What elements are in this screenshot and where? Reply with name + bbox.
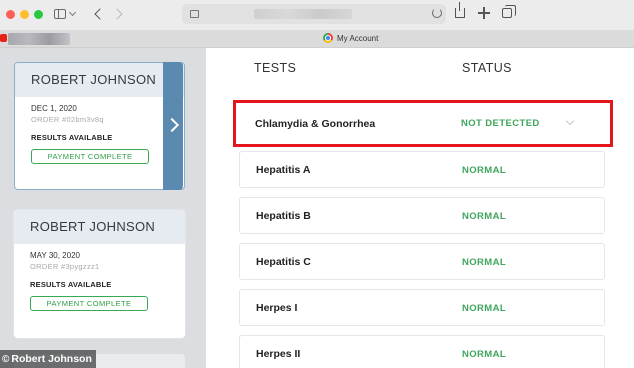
results-status: RESULTS AVAILABLE bbox=[30, 280, 112, 289]
order-date: DEC 1, 2020 bbox=[31, 104, 77, 113]
order-card-body: DEC 1, 2020 ORDER #02bm3v8q RESULTS AVAI… bbox=[15, 97, 184, 164]
order-card-header: ROBERT JOHNSON bbox=[14, 210, 185, 244]
tab-strip: My Account bbox=[0, 30, 634, 48]
order-date: MAY 30, 2020 bbox=[30, 251, 80, 260]
order-number: ORDER #3pygzzz1 bbox=[30, 262, 100, 271]
address-bar[interactable] bbox=[182, 4, 446, 24]
chrome-favicon-icon bbox=[323, 33, 333, 43]
test-name: Hepatitis C bbox=[256, 256, 311, 268]
forward-arrow-icon[interactable] bbox=[111, 8, 123, 20]
reload-icon[interactable] bbox=[432, 8, 442, 18]
test-status: NORMAL bbox=[462, 257, 507, 268]
zoom-window-button[interactable] bbox=[34, 10, 43, 19]
orders-panel: ROBERT JOHNSON DEC 1, 2020 ORDER #02bm3v… bbox=[0, 48, 206, 368]
order-card[interactable]: ROBERT JOHNSON MAY 30, 2020 ORDER #3pygz… bbox=[14, 210, 185, 338]
credit-text: Robert Johnson bbox=[11, 353, 92, 365]
order-card-header: ROBERT JOHNSON bbox=[15, 63, 184, 97]
payment-complete-badge[interactable]: PAYMENT COMPLETE bbox=[31, 149, 149, 164]
tab-overview-icon[interactable] bbox=[502, 5, 516, 18]
tests-column-header: TESTS bbox=[254, 61, 297, 75]
test-status: NORMAL bbox=[462, 349, 507, 360]
test-name: Herpes I bbox=[256, 302, 298, 314]
test-row[interactable]: Chlamydia & Gonorrhea NOT DETECTED bbox=[245, 106, 605, 142]
order-card-selected[interactable]: ROBERT JOHNSON DEC 1, 2020 ORDER #02bm3v… bbox=[14, 62, 185, 190]
test-status: NORMAL bbox=[462, 303, 507, 314]
patient-name: ROBERT JOHNSON bbox=[30, 219, 156, 234]
chevron-down-icon[interactable] bbox=[68, 8, 77, 17]
sidebar-toggle-icon[interactable] bbox=[54, 9, 66, 19]
order-card-body: MAY 30, 2020 ORDER #3pygzzz1 RESULTS AVA… bbox=[14, 244, 185, 311]
test-row[interactable]: Herpes II NORMAL bbox=[239, 335, 605, 368]
payment-complete-badge[interactable]: PAYMENT COMPLETE bbox=[30, 296, 148, 311]
url-blurred bbox=[254, 9, 352, 19]
test-row[interactable]: Hepatitis A NORMAL bbox=[239, 151, 605, 188]
reader-icon[interactable] bbox=[190, 10, 199, 18]
test-name: Chlamydia & Gonorrhea bbox=[255, 118, 376, 130]
test-status: NORMAL bbox=[462, 211, 507, 222]
photo-credit: © Robert Johnson bbox=[0, 350, 96, 368]
test-name: Hepatitis A bbox=[256, 164, 311, 176]
share-icon[interactable] bbox=[455, 2, 465, 18]
blurred-tab[interactable] bbox=[8, 33, 70, 45]
results-panel: TESTS STATUS Chlamydia & Gonorrhea NOT D… bbox=[206, 48, 634, 368]
test-status: NORMAL bbox=[462, 165, 507, 176]
test-name: Herpes II bbox=[256, 348, 301, 360]
test-row[interactable]: Hepatitis B NORMAL bbox=[239, 197, 605, 234]
chevron-right-icon[interactable] bbox=[163, 62, 183, 190]
test-status: NOT DETECTED bbox=[461, 118, 540, 129]
new-tab-icon[interactable] bbox=[478, 7, 490, 19]
minimize-window-button[interactable] bbox=[20, 10, 29, 19]
youtube-favicon-icon[interactable] bbox=[0, 34, 7, 42]
patient-name: ROBERT JOHNSON bbox=[31, 72, 157, 87]
test-row[interactable]: Hepatitis C NORMAL bbox=[239, 243, 605, 280]
back-arrow-icon[interactable] bbox=[94, 8, 106, 20]
order-number: ORDER #02bm3v8q bbox=[31, 115, 104, 124]
close-window-button[interactable] bbox=[6, 10, 15, 19]
copyright-symbol: © bbox=[2, 354, 10, 365]
results-status: RESULTS AVAILABLE bbox=[31, 133, 113, 142]
chevron-down-icon[interactable] bbox=[565, 116, 575, 126]
browser-toolbar bbox=[0, 0, 634, 30]
tab-title[interactable]: My Account bbox=[337, 33, 378, 45]
test-row[interactable]: Herpes I NORMAL bbox=[239, 289, 605, 326]
test-name: Hepatitis B bbox=[256, 210, 311, 222]
status-column-header: STATUS bbox=[462, 61, 512, 75]
